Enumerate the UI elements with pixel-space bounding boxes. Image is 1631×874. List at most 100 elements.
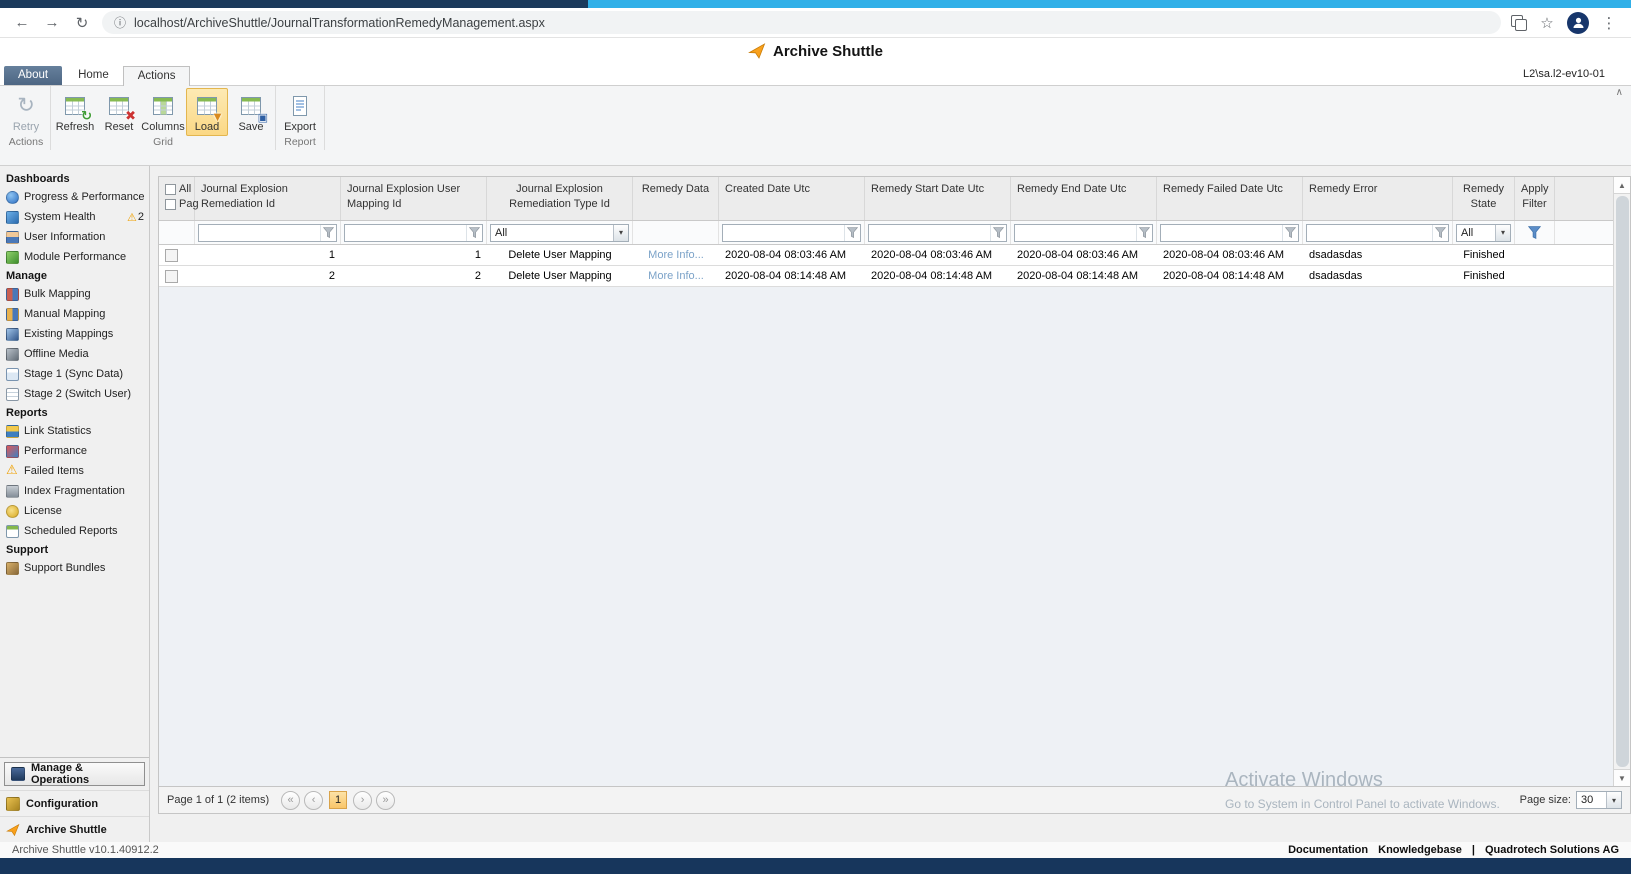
- row-select-checkbox[interactable]: [165, 249, 178, 262]
- select-all-checkbox[interactable]: [165, 184, 176, 195]
- sidebar-item-user-information[interactable]: User Information: [4, 227, 147, 247]
- column-header-remedy-error[interactable]: Remedy Error: [1303, 177, 1453, 220]
- columns-button[interactable]: Columns: [142, 88, 184, 136]
- sidebar-section-reports: Reports: [4, 404, 147, 421]
- scroll-up-icon[interactable]: ▲: [1614, 177, 1630, 194]
- filter-created-date-input[interactable]: [723, 225, 844, 241]
- forward-icon[interactable]: →: [42, 14, 62, 31]
- back-icon[interactable]: ←: [12, 14, 32, 31]
- sidebar-item-index-fragmentation[interactable]: Index Fragmentation: [4, 481, 147, 501]
- filter-remedy-error-input[interactable]: [1307, 225, 1432, 241]
- load-button[interactable]: ▼ Load: [186, 88, 228, 136]
- browser-menu-icon[interactable]: ⋮: [1599, 14, 1619, 32]
- select-page-checkbox[interactable]: [165, 199, 176, 210]
- server-context-label: L2\sa.l2-ev10-01: [1523, 68, 1605, 80]
- reload-icon[interactable]: ↻: [72, 14, 92, 32]
- window-title-strip: [0, 0, 1631, 8]
- sidebar-item-failed-items[interactable]: Failed Items: [4, 461, 147, 481]
- reset-button[interactable]: ✖ Reset: [98, 88, 140, 136]
- table-row[interactable]: 2 2 Delete User Mapping More Info... 202…: [159, 266, 1613, 287]
- filter-remedy-failed-input[interactable]: [1161, 225, 1282, 241]
- filter-remedy-end-input[interactable]: [1015, 225, 1136, 241]
- column-header-remedy-data[interactable]: Remedy Data: [633, 177, 719, 220]
- translate-icon[interactable]: [1511, 15, 1527, 31]
- filter-type-select[interactable]: All▾: [490, 224, 629, 242]
- browser-toolbar: ← → ↻ ⓘ localhost/ArchiveShuttle/Journal…: [0, 8, 1631, 38]
- filter-remedy-start-input[interactable]: [869, 225, 990, 241]
- address-bar[interactable]: ⓘ localhost/ArchiveShuttle/JournalTransf…: [102, 11, 1501, 34]
- first-page-button[interactable]: «: [281, 791, 300, 810]
- column-header-remediation-type-id[interactable]: Journal Explosion Remediation Type Id: [487, 177, 633, 220]
- sidebar-item-manual-mapping[interactable]: Manual Mapping: [4, 304, 147, 324]
- cell-user-mapping-id: 1: [341, 245, 487, 265]
- filter-funnel-icon[interactable]: [1432, 225, 1448, 241]
- documentation-link[interactable]: Documentation: [1288, 844, 1368, 856]
- filter-funnel-icon[interactable]: [1282, 225, 1298, 241]
- apply-filter-icon[interactable]: [1528, 226, 1541, 239]
- column-header-remedy-start-date[interactable]: Remedy Start Date Utc: [865, 177, 1011, 220]
- scrollbar-thumb[interactable]: [1616, 196, 1629, 767]
- sidebar-item-license[interactable]: License: [4, 501, 147, 521]
- tab-home[interactable]: Home: [64, 66, 123, 85]
- save-button[interactable]: ▣ Save: [230, 88, 272, 136]
- filter-state-select[interactable]: All▾: [1456, 224, 1511, 242]
- page-size-select[interactable]: 30 ▾: [1576, 791, 1622, 809]
- collapse-ribbon-icon[interactable]: ∧: [1616, 87, 1623, 98]
- sidebar-item-offline-media[interactable]: Offline Media: [4, 344, 147, 364]
- filter-funnel-icon[interactable]: [320, 225, 336, 241]
- main-content: All Pag Journal Explosion Remediation Id…: [150, 166, 1631, 842]
- filter-funnel-icon[interactable]: [1136, 225, 1152, 241]
- sidebar-item-existing-mappings[interactable]: Existing Mappings: [4, 324, 147, 344]
- previous-page-button[interactable]: ‹: [304, 791, 323, 810]
- knowledgebase-link[interactable]: Knowledgebase: [1378, 844, 1462, 856]
- chevron-down-icon: ▾: [613, 225, 628, 241]
- sidebar-item-link-statistics[interactable]: Link Statistics: [4, 421, 147, 441]
- archive-shuttle-icon: [6, 823, 20, 837]
- quadrotech-link[interactable]: Quadrotech Solutions AG: [1485, 844, 1619, 856]
- filter-funnel-icon[interactable]: [990, 225, 1006, 241]
- next-page-button[interactable]: ›: [353, 791, 372, 810]
- sidebar-item-support-bundles[interactable]: Support Bundles: [4, 558, 147, 578]
- table-row[interactable]: 1 1 Delete User Mapping More Info... 202…: [159, 245, 1613, 266]
- page-number-button[interactable]: 1: [329, 791, 347, 809]
- retry-button[interactable]: ↻ Retry: [5, 88, 47, 136]
- tab-about[interactable]: About: [4, 66, 62, 85]
- profile-avatar[interactable]: [1567, 12, 1589, 34]
- sidebar-item-performance[interactable]: Performance: [4, 441, 147, 461]
- sidebar-footer-archive-shuttle[interactable]: Archive Shuttle: [0, 816, 149, 842]
- more-info-link[interactable]: More Info...: [648, 249, 704, 261]
- filter-funnel-icon[interactable]: [844, 225, 860, 241]
- sidebar-item-bulk-mapping[interactable]: Bulk Mapping: [4, 284, 147, 304]
- column-header-apply-filter[interactable]: Apply Filter: [1515, 177, 1555, 220]
- sidebar-item-label: Link Statistics: [24, 425, 91, 437]
- sidebar-item-stage1-sync-data[interactable]: Stage 1 (Sync Data): [4, 364, 147, 384]
- filter-remediation-id-input[interactable]: [199, 225, 320, 241]
- column-header-created-date[interactable]: Created Date Utc: [719, 177, 865, 220]
- filter-funnel-icon[interactable]: [466, 225, 482, 241]
- column-header-remediation-id[interactable]: Journal Explosion Remediation Id: [195, 177, 341, 220]
- filter-state-value: All: [1457, 227, 1495, 239]
- bookmark-star-icon[interactable]: ☆: [1537, 14, 1557, 32]
- column-header-remedy-failed-date[interactable]: Remedy Failed Date Utc: [1157, 177, 1303, 220]
- column-header-remedy-end-date[interactable]: Remedy End Date Utc: [1011, 177, 1157, 220]
- sidebar-footer-configuration[interactable]: Configuration: [0, 790, 149, 816]
- vertical-scrollbar[interactable]: ▲ ▼: [1613, 177, 1630, 786]
- last-page-button[interactable]: »: [376, 791, 395, 810]
- row-select-checkbox[interactable]: [165, 270, 178, 283]
- sidebar-item-module-performance[interactable]: Module Performance: [4, 247, 147, 267]
- column-header-remedy-state[interactable]: Remedy State: [1453, 177, 1515, 220]
- sidebar-item-progress-performance[interactable]: Progress & Performance: [4, 187, 147, 207]
- tab-actions[interactable]: Actions: [123, 66, 191, 86]
- more-info-link[interactable]: More Info...: [648, 270, 704, 282]
- sidebar-item-stage2-switch-user[interactable]: Stage 2 (Switch User): [4, 384, 147, 404]
- export-button[interactable]: Export: [279, 88, 321, 136]
- page-info-icon[interactable]: ⓘ: [114, 14, 126, 31]
- refresh-button[interactable]: ↻ Refresh: [54, 88, 96, 136]
- column-header-user-mapping-id[interactable]: Journal Explosion User Mapping Id: [341, 177, 487, 220]
- sidebar-item-system-health[interactable]: System Health ⚠2: [4, 207, 147, 227]
- sidebar: Dashboards Progress & Performance System…: [0, 166, 150, 842]
- sidebar-footer-manage-operations[interactable]: Manage & Operations: [4, 762, 145, 786]
- scroll-down-icon[interactable]: ▼: [1614, 769, 1630, 786]
- sidebar-item-scheduled-reports[interactable]: Scheduled Reports: [4, 521, 147, 541]
- filter-user-mapping-id-input[interactable]: [345, 225, 466, 241]
